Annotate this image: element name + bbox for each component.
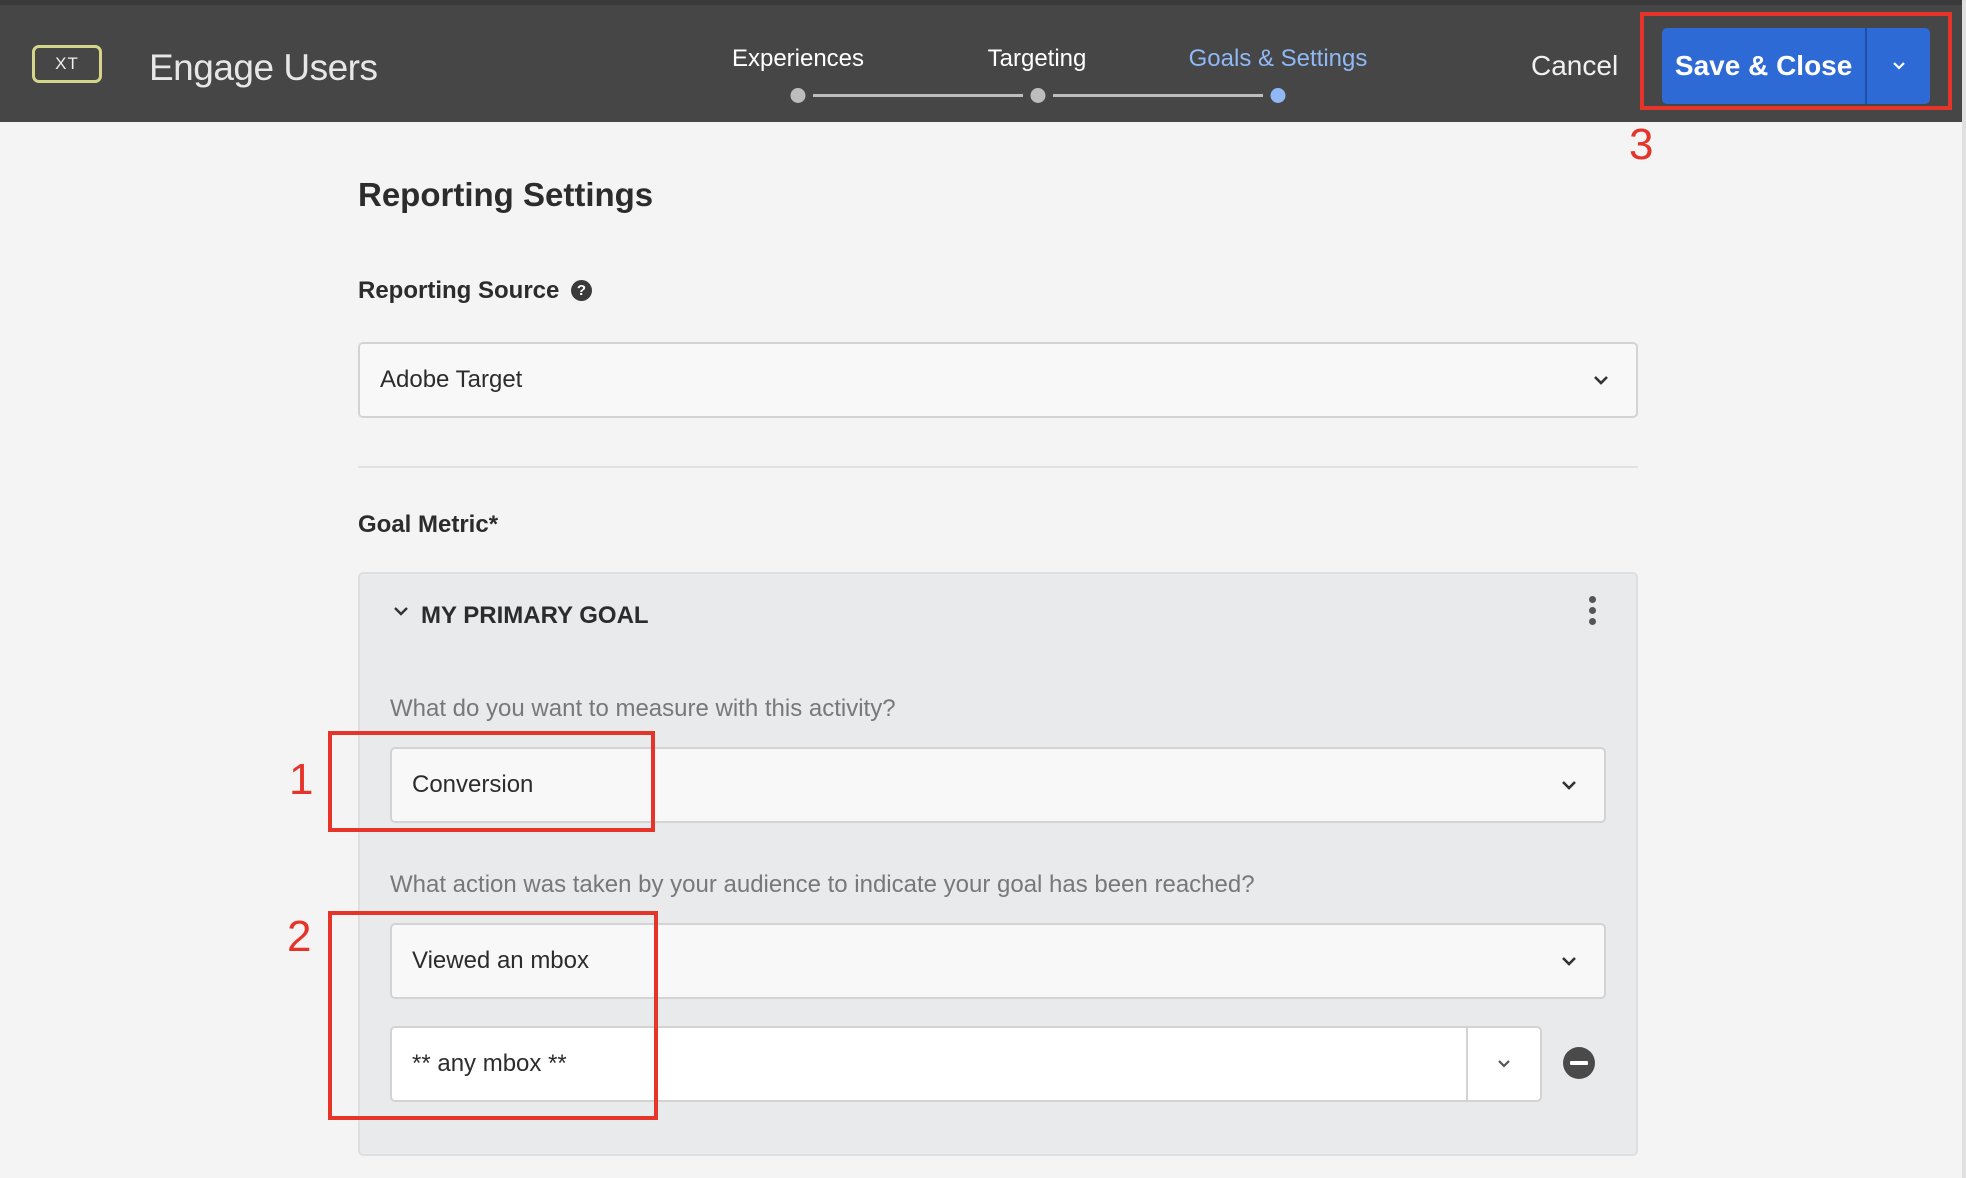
step-dot-experiences[interactable] [790,88,806,103]
reporting-source-select[interactable]: Adobe Target [358,342,1638,418]
help-icon-glyph: ? [576,282,587,299]
annotation-number-2: 2 [287,912,312,961]
step-experiences[interactable]: Experiences [732,45,864,73]
step-connector [1053,94,1263,97]
activity-title[interactable]: Engage Users [149,47,378,89]
cancel-button[interactable]: Cancel [1531,50,1618,82]
reporting-source-value: Adobe Target [380,366,523,393]
annotation-box-1 [328,731,655,832]
annotation-box-2 [328,911,658,1120]
action-question: What action was taken by your audience t… [390,871,1255,898]
mbox-dropdown-button[interactable] [1466,1028,1540,1100]
collapse-chevron-icon[interactable] [392,604,410,622]
remove-icon[interactable] [1563,1047,1595,1079]
chevron-down-icon [1498,1060,1510,1068]
goal-card-title[interactable]: MY PRIMARY GOAL [421,602,649,630]
activity-type-badge: XT [32,45,102,83]
goal-metric-label: Goal Metric* [358,511,499,538]
step-dot-targeting[interactable] [1030,88,1046,103]
step-dot-goals-settings[interactable] [1270,88,1286,103]
section-divider [358,466,1638,468]
annotation-box-3 [1640,12,1952,110]
chevron-down-icon [1566,374,1636,386]
chevron-down-icon [1534,955,1604,967]
chevron-down-icon [1534,779,1604,791]
step-goals-settings[interactable]: Goals & Settings [1189,45,1368,73]
step-connector [813,94,1023,97]
help-icon[interactable]: ? [571,280,592,301]
reporting-source-label: Reporting Source [358,277,560,304]
measure-question: What do you want to measure with this ac… [390,695,896,722]
page-title: Reporting Settings [358,176,654,213]
step-targeting[interactable]: Targeting [988,45,1087,73]
scroll-edge [1962,0,1966,1178]
annotation-number-1: 1 [289,755,314,804]
more-options-icon[interactable] [1587,596,1597,634]
annotation-number-3: 3 [1629,120,1654,169]
